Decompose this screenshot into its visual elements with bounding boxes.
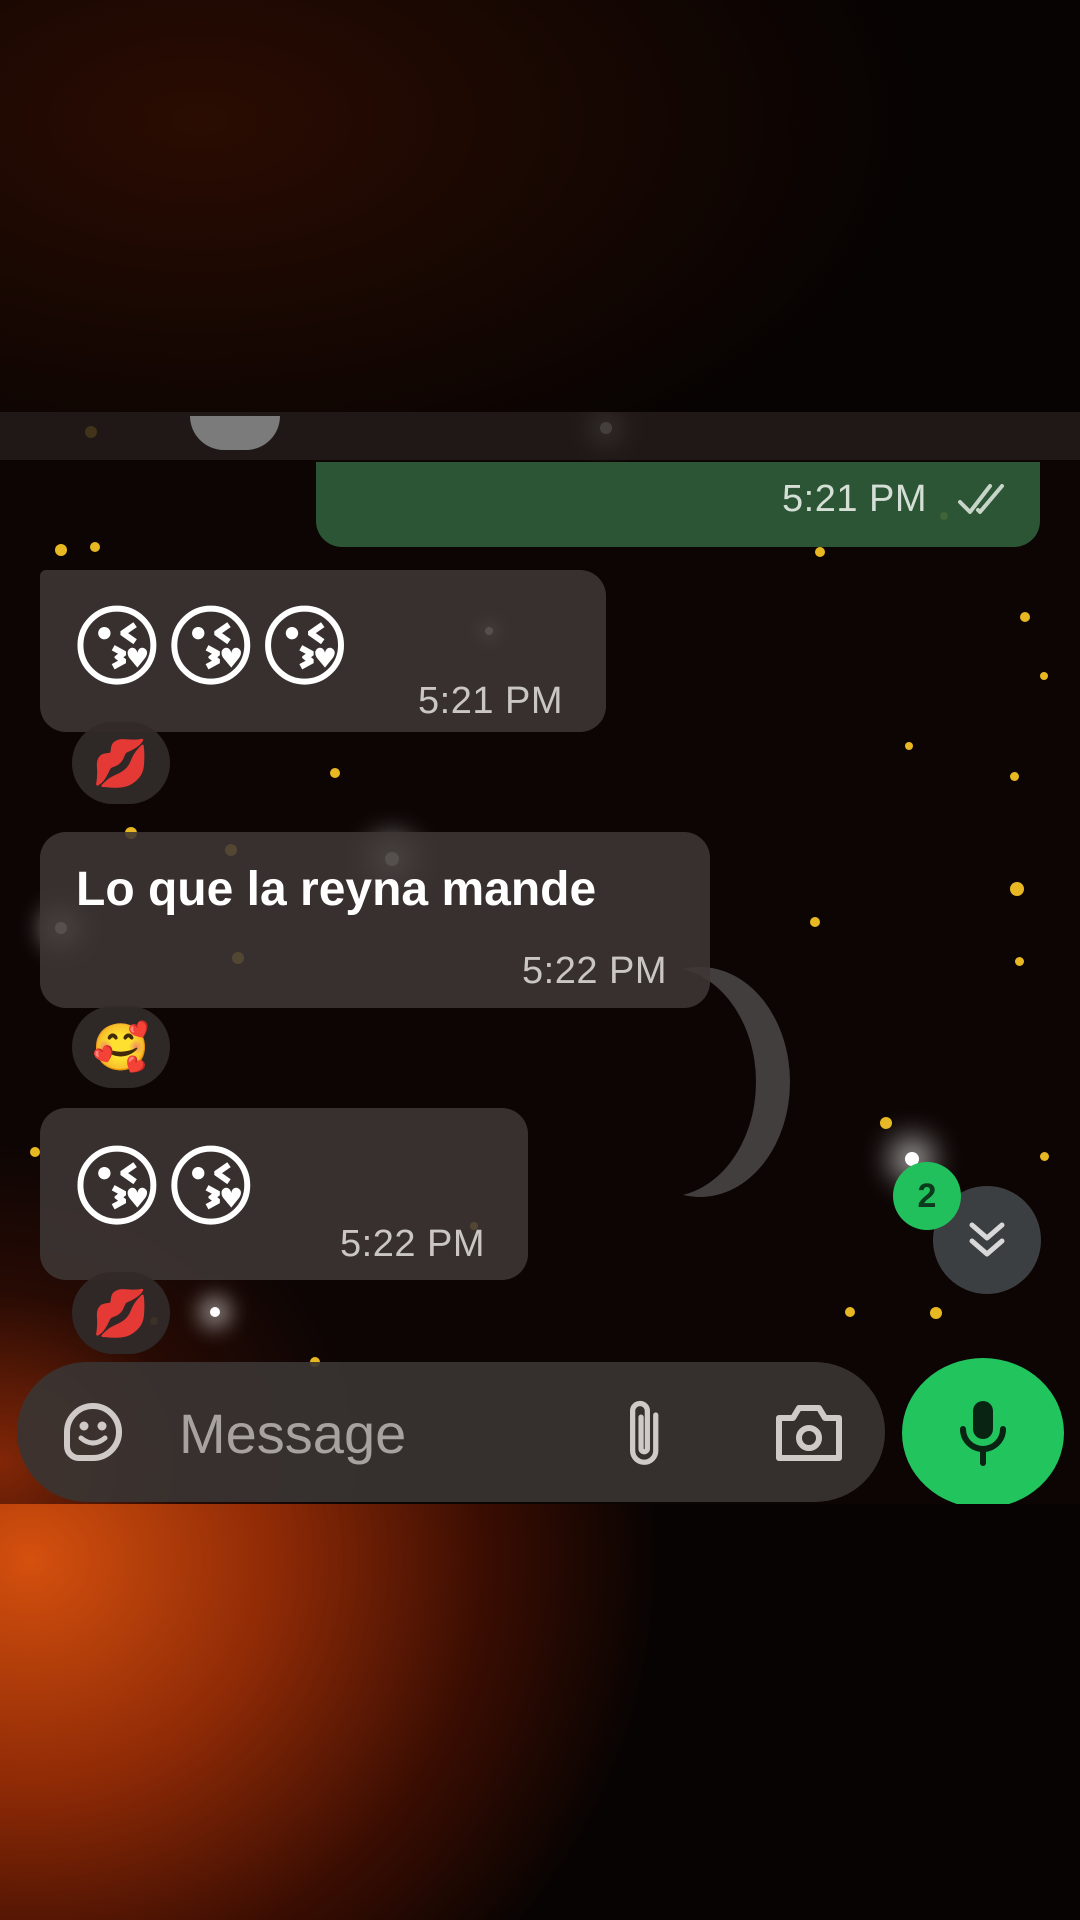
mic-icon	[960, 1401, 1006, 1466]
incoming-message-bubble[interactable]: 😘 😘 😘 5:21 PM	[40, 570, 606, 732]
kissing-face-emoji: 😘	[70, 598, 164, 698]
message-time: 5:22 PM	[340, 1223, 486, 1265]
message-text: Lo que la reyna mande	[76, 863, 597, 916]
message-reaction[interactable]: 💋	[72, 1272, 170, 1354]
attach-icon	[630, 1400, 659, 1465]
emoji-message: 😘 😘 😘	[70, 598, 351, 698]
message-time: 5:21 PM	[418, 680, 564, 722]
message-time: 5:21 PM	[782, 478, 928, 520]
chat-window: 5:21 PM 😘 😘 😘 5:21 PM 💋 Lo que la reyna …	[0, 412, 1080, 1504]
attach-button[interactable]	[609, 1390, 679, 1474]
kissing-face-emoji: 😘	[163, 1138, 258, 1238]
kissing-face-emoji: 😘	[70, 1138, 164, 1238]
message-time: 5:22 PM	[522, 950, 668, 992]
sticker-icon	[64, 1403, 122, 1461]
message-composer	[17, 1362, 885, 1502]
avatar-peek	[190, 416, 280, 450]
message-input[interactable]	[177, 1392, 611, 1474]
incoming-message-bubble[interactable]: 😘 😘 5:22 PM	[40, 1108, 528, 1280]
double-chevron-down-icon	[969, 1222, 1005, 1257]
voice-message-button[interactable]	[902, 1358, 1064, 1504]
outgoing-message-bubble[interactable]: 5:21 PM	[316, 462, 1040, 547]
double-check-icon	[958, 484, 1004, 514]
emoji-message: 😘 😘	[70, 1138, 258, 1238]
message-reaction[interactable]: 🥰	[72, 1006, 170, 1088]
kissing-face-emoji: 😘	[163, 598, 258, 698]
unread-count-badge: 2	[893, 1162, 961, 1230]
kissing-face-emoji: 😘	[257, 598, 352, 698]
sticker-button[interactable]	[55, 1394, 131, 1470]
message-reaction[interactable]: 💋	[72, 722, 170, 804]
camera-button[interactable]	[769, 1392, 849, 1472]
incoming-message-bubble[interactable]: Lo que la reyna mande 5:22 PM	[40, 832, 710, 1008]
previous-message-edge	[0, 412, 1080, 460]
camera-icon	[776, 1405, 842, 1461]
